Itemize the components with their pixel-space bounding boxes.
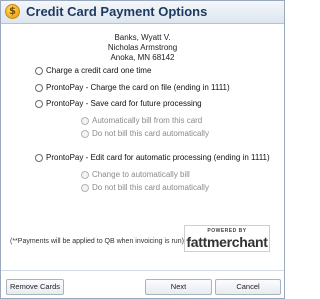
label-charge-once[interactable]: Charge a credit card one time — [46, 66, 151, 76]
radio-edit-card[interactable] — [35, 154, 43, 162]
radio-charge-once[interactable] — [35, 67, 43, 75]
customer-contact: Nicholas Armstrong — [107, 43, 178, 52]
radio-save-no-bill[interactable] — [81, 130, 89, 138]
radio-save-card[interactable] — [35, 100, 43, 108]
label-edit-no-bill[interactable]: Do not bill this card automatically — [92, 183, 209, 193]
customer-city-state-zip: Anoka, MN 68142 — [110, 53, 175, 62]
label-save-card[interactable]: ProntoPay - Save card for future process… — [46, 99, 202, 109]
remove-cards-button[interactable]: Remove Cards — [6, 279, 64, 295]
label-save-no-bill[interactable]: Do not bill this card automatically — [92, 129, 209, 139]
footer-divider — [1, 270, 284, 271]
dialog-title: Credit Card Payment Options — [26, 4, 208, 19]
radio-edit-auto-bill[interactable] — [81, 171, 89, 179]
payment-note: (**Payments will be applied to QB when i… — [10, 238, 184, 245]
cancel-button[interactable]: Cancel — [215, 279, 281, 295]
customer-address: Banks, Wyatt V. Nicholas Armstrong Anoka… — [1, 33, 284, 63]
logo-brand: fattmerchant — [186, 234, 268, 250]
label-save-auto-bill[interactable]: Automatically bill from this card — [92, 116, 202, 126]
customer-name: Banks, Wyatt V. — [114, 33, 171, 42]
label-charge-on-file[interactable]: ProntoPay - Charge the card on file (end… — [46, 83, 230, 93]
dollar-coin-icon: $ — [5, 4, 20, 19]
radio-charge-on-file[interactable] — [35, 84, 43, 92]
label-edit-auto-bill[interactable]: Change to automatically bill — [92, 170, 190, 180]
title-bar: $ Credit Card Payment Options — [1, 1, 284, 24]
label-edit-card[interactable]: ProntoPay - Edit card for automatic proc… — [46, 153, 270, 163]
fattmerchant-logo: POWERED BY fattmerchant — [184, 225, 270, 252]
radio-save-auto-bill[interactable] — [81, 117, 89, 125]
payment-options-dialog: $ Credit Card Payment Options Banks, Wya… — [0, 0, 285, 299]
radio-edit-no-bill[interactable] — [81, 184, 89, 192]
next-button[interactable]: Next — [145, 279, 212, 295]
